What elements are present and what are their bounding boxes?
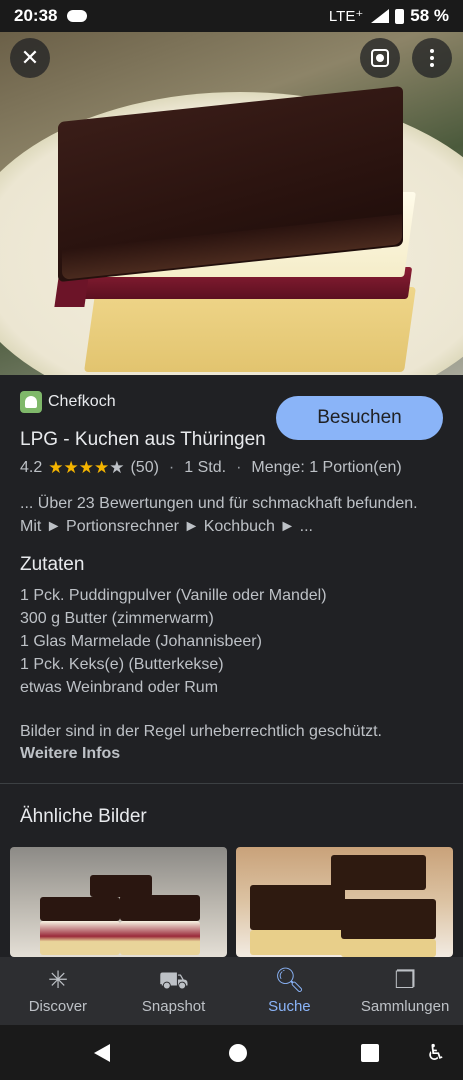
signal-icon — [369, 9, 390, 23]
lens-icon — [371, 49, 389, 67]
system-navigation-bar: ♿︎ — [0, 1025, 463, 1080]
divider — [0, 783, 463, 784]
quantity: Menge: 1 Portion(en) — [251, 459, 402, 476]
ingredients-list: 1 Pck. Puddingpulver (Vanille oder Mande… — [20, 584, 443, 699]
nav-label: Suche — [268, 997, 311, 1015]
more-info-link[interactable]: Weitere Infos — [20, 745, 120, 762]
thumb-cake-base — [250, 930, 345, 955]
nav-collections[interactable]: ❐ Sammlungen — [347, 957, 463, 1025]
ingredients-title: Zutaten — [20, 554, 85, 575]
rating-stars-icon: ★★★★★ — [48, 458, 125, 477]
similar-image-thumbnail[interactable] — [236, 847, 453, 957]
thumb-cake-top — [250, 885, 345, 930]
asterisk-icon: ✳ — [47, 966, 68, 994]
close-button[interactable]: ✕ — [10, 38, 50, 78]
bottom-navigation: ✳ Discover ⛟ Snapshot 🔍︎ Suche ❐ Sammlun… — [0, 957, 463, 1025]
similar-image-thumbnail[interactable] — [10, 847, 227, 957]
rating-value: 4.2 — [20, 459, 43, 476]
similar-images-title: Ähnliche Bilder — [20, 806, 147, 827]
duration: 1 Std. — [184, 459, 227, 476]
ingredient-item: 1 Glas Marmelade (Johannisbeer) — [20, 633, 262, 650]
result-meta: 4.2 ★★★★★ (50) · 1 Std. · Menge: 1 Porti… — [20, 458, 443, 478]
chefkoch-logo-icon — [20, 391, 42, 413]
status-time: 20:38 — [14, 6, 58, 25]
thumb-cake-layers — [40, 921, 120, 955]
ingredient-item: 1 Pck. Keks(e) (Butterkekse) — [20, 656, 224, 673]
search-icon: 🔍︎ — [274, 966, 305, 994]
snapshot-icon: ⛟ — [158, 966, 189, 994]
thumb-cake-top — [90, 875, 152, 897]
more-vert-icon — [430, 49, 434, 67]
review-count: (50) — [130, 459, 159, 476]
thumb-cake-top — [120, 895, 200, 921]
separator: · — [236, 459, 242, 476]
copyright-text: Bilder sind in der Regel urheberrechtlic… — [20, 723, 382, 740]
status-bar: 20:38 LTE⁺ 58 % — [0, 0, 463, 32]
recents-icon[interactable] — [361, 1043, 379, 1062]
nav-label: Snapshot — [141, 997, 206, 1015]
result-title[interactable]: LPG - Kuchen aus Thüringen — [20, 425, 280, 454]
cloud-icon — [67, 10, 88, 22]
ingredient-item: 1 Pck. Puddingpulver (Vanille oder Mande… — [20, 587, 327, 604]
network-type: LTE⁺ — [328, 8, 364, 25]
nav-label: Sammlungen — [360, 997, 450, 1015]
ingredient-item: etwas Weinbrand oder Rum — [20, 679, 219, 696]
thumb-cake-top — [40, 897, 120, 921]
battery-percent: 58 % — [410, 6, 449, 25]
nav-label: Discover — [28, 997, 88, 1015]
close-icon: ✕ — [20, 45, 40, 70]
cake-base — [84, 287, 416, 372]
home-icon[interactable] — [229, 1043, 247, 1062]
copyright-notice: Bilder sind in der Regel urheberrechtlic… — [20, 721, 443, 765]
ingredient-item: 300 g Butter (zimmerwarm) — [20, 610, 214, 627]
visit-button[interactable]: Besuchen — [276, 396, 443, 440]
lens-button[interactable] — [360, 38, 400, 78]
battery-icon — [395, 8, 405, 24]
thumb-cake-base — [341, 939, 436, 957]
thumb-cake-top — [341, 899, 436, 939]
accessibility-icon[interactable]: ♿︎ — [426, 1040, 446, 1066]
nav-discover[interactable]: ✳ Discover — [0, 957, 116, 1025]
thumb-cake-layers — [120, 921, 200, 955]
nav-search[interactable]: 🔍︎ Suche — [232, 957, 348, 1025]
more-options-button[interactable] — [412, 38, 452, 78]
thumb-cake-top — [331, 855, 426, 890]
result-info: Chefkoch Besuchen LPG - Kuchen aus Thüri… — [0, 375, 463, 765]
nav-snapshot[interactable]: ⛟ Snapshot — [116, 957, 232, 1025]
separator: · — [168, 459, 175, 476]
collections-icon: ❐ — [394, 966, 416, 994]
hero-image[interactable] — [0, 32, 463, 375]
source-name: Chefkoch — [48, 393, 116, 410]
result-snippet: ... Über 23 Bewertungen und für schmackh… — [20, 495, 418, 535]
back-icon[interactable] — [94, 1043, 110, 1062]
